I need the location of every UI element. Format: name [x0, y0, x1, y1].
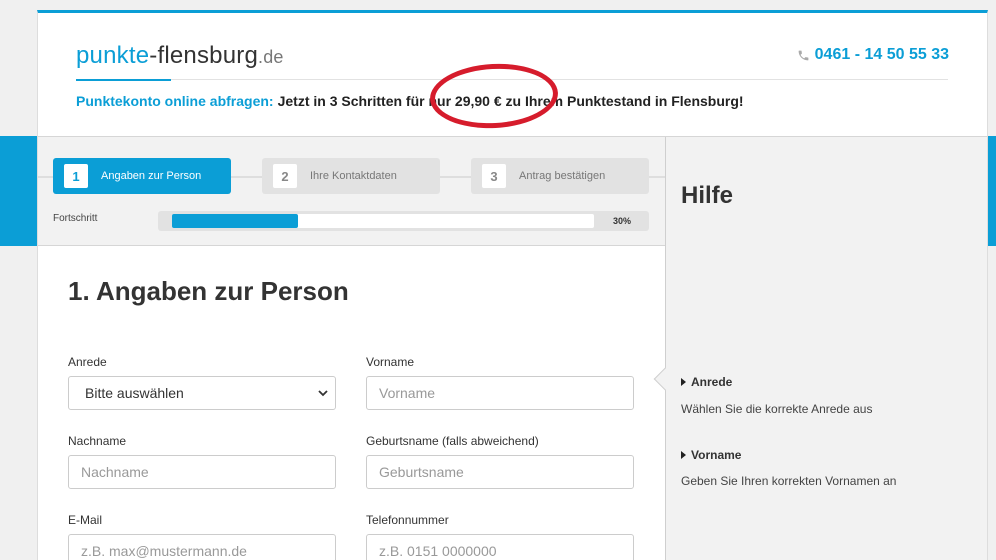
red-annotation-circle [428, 60, 560, 132]
step-label: Antrag bestätigen [519, 170, 606, 182]
step-1-tab[interactable]: 1 Angaben zur Person [53, 158, 231, 194]
help-heading-text: Anrede [691, 375, 733, 389]
anrede-selected-value: Bitte auswählen [85, 385, 184, 401]
logo-part-2: -flensburg [149, 42, 258, 69]
help-item-anrede-heading: Anrede [681, 375, 732, 389]
chevron-down-icon [318, 390, 328, 397]
geburtsname-input[interactable]: Geburtsname [366, 455, 634, 489]
page-container: punkte-flensburg.de 0461 - 14 50 55 33 P… [37, 10, 988, 560]
progress-percent: 30% [612, 216, 631, 226]
logo-part-3: .de [258, 47, 284, 67]
telefon-input[interactable]: z.B. 0151 0000000 [366, 534, 634, 560]
vorname-input[interactable]: Vorname [366, 376, 634, 410]
email-input[interactable]: z.B. max@mustermann.de [68, 534, 336, 560]
promo-line: Punktekonto online abfragen: Jetzt in 3 S… [76, 93, 744, 109]
help-item-vorname-heading: Vorname [681, 448, 741, 462]
step-3-tab[interactable]: 3 Antrag bestätigen [471, 158, 649, 194]
logo-part-1: punkte [76, 42, 150, 69]
nachname-input[interactable]: Nachname [68, 455, 336, 489]
anrede-select[interactable]: Bitte auswählen [68, 376, 336, 410]
main-form-column: 1 Angaben zur Person 2 Ihre Kontaktdaten… [38, 137, 665, 560]
step-2-tab[interactable]: 2 Ihre Kontaktdaten [262, 158, 440, 194]
promo-accent: Punktekonto online abfragen: [76, 93, 274, 109]
site-logo[interactable]: punkte-flensburg.de [76, 42, 284, 70]
step-number: 3 [482, 164, 506, 188]
phone-number: 0461 - 14 50 55 33 [814, 46, 949, 63]
email-label: E-Mail [68, 513, 103, 527]
header-divider [171, 79, 948, 80]
help-item-vorname-text: Geben Sie Ihren korrekten Vornamen an [681, 474, 897, 488]
step-number: 2 [273, 164, 297, 188]
nachname-label: Nachname [68, 434, 127, 448]
triangle-right-icon [681, 378, 686, 386]
triangle-right-icon [681, 451, 686, 459]
vorname-label: Vorname [366, 355, 415, 369]
step-label: Ihre Kontaktdaten [310, 170, 397, 182]
help-title: Hilfe [681, 182, 734, 209]
step-label: Angaben zur Person [101, 170, 202, 182]
phone-icon [798, 50, 809, 60]
geburtsname-label: Geburtsname (falls abweichend) [366, 434, 539, 448]
help-panel: Hilfe Anrede Wählen Sie die korrekte Anr… [653, 137, 987, 560]
progress-label: Fortschritt [53, 213, 98, 224]
form-title: 1. Angaben zur Person [68, 276, 349, 306]
steps-panel: 1 Angaben zur Person 2 Ihre Kontaktdaten… [38, 137, 665, 246]
anrede-label: Anrede [68, 355, 107, 369]
phone-link[interactable]: 0461 - 14 50 55 33 [797, 46, 949, 64]
progress-bar-fill [172, 214, 298, 228]
telefon-label: Telefonnummer [366, 513, 449, 527]
help-item-anrede-text: Wählen Sie die korrekte Anrede aus [681, 402, 873, 416]
logo-underline [76, 79, 171, 81]
help-heading-text: Vorname [691, 448, 742, 462]
step-number: 1 [64, 164, 88, 188]
progress-bar: 30% [158, 211, 649, 231]
